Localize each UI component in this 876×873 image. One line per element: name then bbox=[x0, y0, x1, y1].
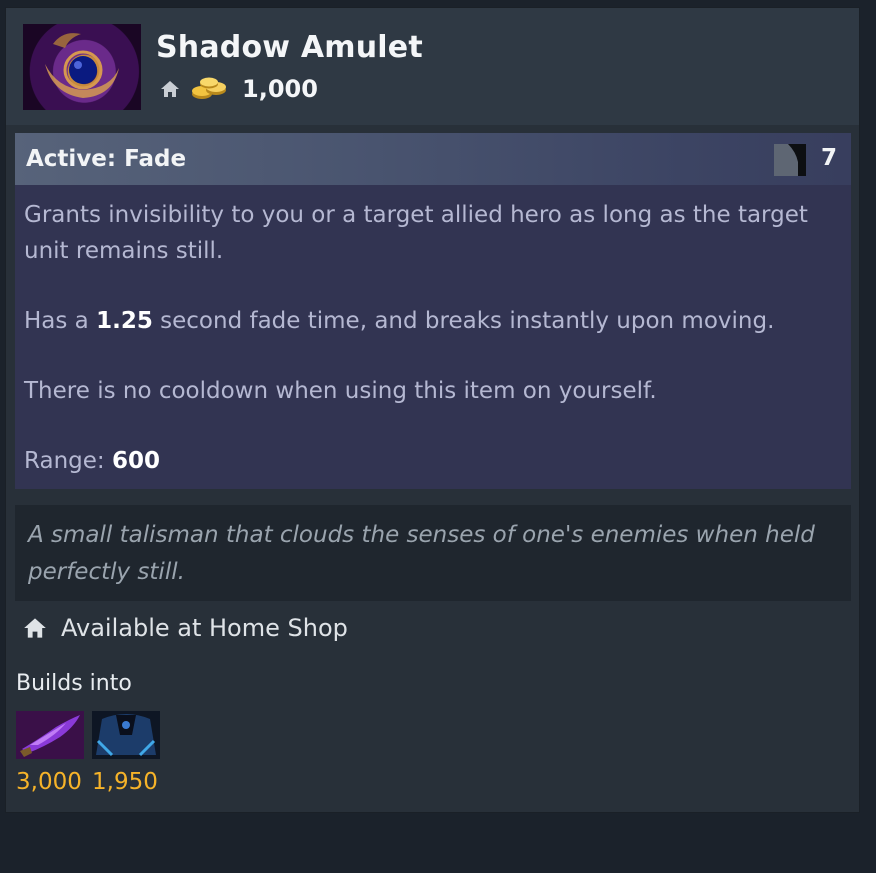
fade-time-suffix: second fade time, and breaks instantly u… bbox=[152, 308, 775, 334]
gold-icon bbox=[192, 77, 226, 99]
active-ability-title: Active: Fade bbox=[26, 146, 187, 172]
description-line: Grants invisibility to you or a target a… bbox=[24, 202, 808, 264]
blue-cape-icon[interactable] bbox=[92, 711, 160, 759]
home-shop-icon bbox=[161, 81, 179, 97]
active-ability-header: Active: Fade 7 bbox=[15, 133, 851, 185]
tooltip-header: Shadow Amulet 1,000 bbox=[6, 8, 859, 125]
range-label: Range: bbox=[24, 448, 112, 474]
builds-into-label: Builds into bbox=[16, 671, 132, 696]
shadow-amulet-icon bbox=[23, 24, 141, 110]
mana-cost-icon bbox=[774, 144, 806, 176]
fade-time-line: Has a 1.25 second fade time, and breaks … bbox=[24, 303, 844, 339]
item-cost: 1,000 bbox=[242, 75, 318, 103]
lore-text: A small talisman that clouds the senses … bbox=[28, 522, 815, 585]
cost-row: 1,000 bbox=[160, 74, 318, 104]
builds-into-list: 3,000 1,950 bbox=[16, 711, 168, 795]
cooldown-note: There is no cooldown when using this ite… bbox=[24, 378, 657, 404]
item-tooltip: Shadow Amulet 1,000 Active: Fade 7 Grant… bbox=[5, 7, 860, 813]
fade-time-value: 1.25 bbox=[96, 308, 153, 334]
item-name: Shadow Amulet bbox=[156, 30, 423, 65]
build-item[interactable]: 1,950 bbox=[92, 711, 161, 795]
active-ability-description: Grants invisibility to you or a target a… bbox=[24, 197, 844, 479]
build-item[interactable]: 3,000 bbox=[16, 711, 85, 795]
range-value: 600 bbox=[111, 448, 160, 474]
lore-section: A small talisman that clouds the senses … bbox=[15, 505, 851, 601]
availability-row: Available at Home Shop bbox=[23, 610, 348, 646]
home-shop-icon bbox=[24, 618, 46, 638]
mana-cost-value: 7 bbox=[821, 145, 838, 171]
active-ability-section: Active: Fade 7 Grants invisibility to yo… bbox=[15, 133, 851, 489]
fade-time-prefix: Has a bbox=[24, 308, 97, 334]
build-item-cost: 3,000 bbox=[16, 769, 82, 795]
purple-blade-icon[interactable] bbox=[16, 711, 84, 759]
range-line: Range: 600 bbox=[24, 443, 844, 479]
availability-text: Available at Home Shop bbox=[61, 614, 348, 642]
build-item-cost: 1,950 bbox=[92, 769, 158, 795]
